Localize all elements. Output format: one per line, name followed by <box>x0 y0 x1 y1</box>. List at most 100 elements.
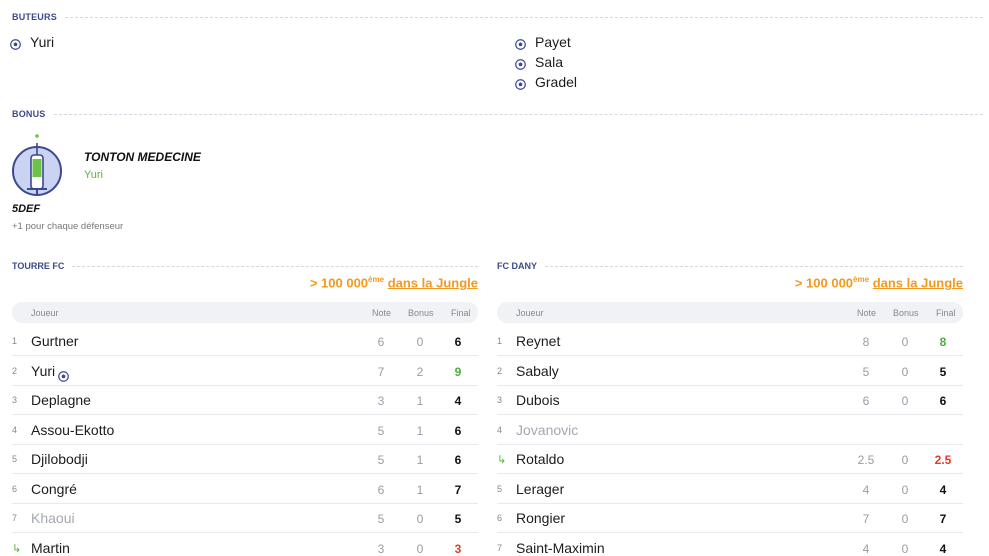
player-note: 6 <box>377 482 385 497</box>
player-bonus: 1 <box>416 394 424 408</box>
section-divider <box>545 265 963 267</box>
player-note: 6 <box>862 394 870 408</box>
column-header-player: Joueur <box>516 308 544 318</box>
player-name[interactable]: Khaoui <box>31 510 75 526</box>
player-row[interactable]: 1 Reynet 8 0 8 <box>497 327 963 356</box>
player-name[interactable]: Yuri <box>31 363 69 382</box>
player-row[interactable]: 3 Deplagne 3 1 4 <box>12 386 478 415</box>
player-row[interactable]: 2 Sabaly 5 0 5 <box>497 357 963 386</box>
player-note: 3 <box>377 394 385 408</box>
player-final: 6 <box>454 453 462 467</box>
team-rank: > 100 000ème dans la Jungle <box>310 275 478 290</box>
player-number: 2 <box>12 365 18 376</box>
section-divider <box>53 113 983 115</box>
player-row[interactable]: 6 Rongier 7 0 7 <box>497 504 963 533</box>
player-bonus: 0 <box>901 394 909 408</box>
column-header-final: Final <box>936 308 956 318</box>
rank-value: > 100 000 <box>794 275 854 291</box>
player-row[interactable]: 3 Dubois 6 0 6 <box>497 386 963 415</box>
player-note: 7 <box>862 512 870 526</box>
player-name[interactable]: Martin <box>31 540 70 556</box>
table-header: Joueur Note Bonus Final <box>12 302 478 323</box>
player-name[interactable]: Gurtner <box>31 333 78 349</box>
player-row[interactable]: 7 Khaoui 5 0 5 <box>12 504 478 533</box>
player-final: 5 <box>939 364 947 379</box>
player-name[interactable]: Rotaldo <box>516 451 564 467</box>
player-bonus: 0 <box>416 335 424 349</box>
column-header-bonus: Bonus <box>893 308 919 318</box>
jungle-link[interactable]: dans la Jungle <box>873 275 963 290</box>
player-name[interactable]: Dubois <box>516 392 560 408</box>
player-final: 6 <box>939 394 947 408</box>
player-bonus: 1 <box>416 453 424 467</box>
section-divider <box>64 16 983 18</box>
scorer-item: Yuri <box>10 32 54 52</box>
scorer-name[interactable]: Sala <box>535 54 563 70</box>
team-name[interactable]: TOURRE FC <box>12 261 64 271</box>
player-row[interactable]: 4 Jovanovic <box>497 416 963 445</box>
soccer-ball-icon <box>515 37 526 50</box>
player-row[interactable]: 5 Lerager 4 0 4 <box>497 475 963 504</box>
player-bonus: 2 <box>416 364 424 379</box>
player-number: 4 <box>12 424 18 435</box>
scorer-name[interactable]: Payet <box>535 34 571 50</box>
scorer-name[interactable]: Yuri <box>30 34 54 50</box>
player-bonus: 0 <box>901 335 909 349</box>
player-note: 5 <box>377 453 385 467</box>
player-name[interactable]: Rongier <box>516 510 565 526</box>
player-final: 3 <box>454 541 462 556</box>
player-final: 9 <box>454 364 462 379</box>
bonus-section-title: BONUS <box>12 109 983 119</box>
player-note: 3 <box>377 541 385 556</box>
player-number: 7 <box>497 542 503 553</box>
player-row[interactable]: ↳ Rotaldo 2.5 0 2.5 <box>497 445 963 474</box>
syringe-bonus-icon <box>11 133 65 204</box>
player-bonus: 0 <box>416 541 424 556</box>
player-final: 7 <box>939 512 947 526</box>
player-final: 7 <box>454 482 462 497</box>
player-row[interactable]: ↳ Martin 3 0 3 <box>12 534 478 556</box>
player-row[interactable]: 6 Congré 6 1 7 <box>12 475 478 504</box>
bonus-player: Yuri <box>84 169 103 181</box>
player-final: 6 <box>454 423 462 438</box>
player-number: 2 <box>497 365 503 376</box>
player-row[interactable]: 4 Assou-Ekotto 5 1 6 <box>12 416 478 445</box>
player-name[interactable]: Congré <box>31 481 77 497</box>
scorer-item: Gradel <box>515 72 577 92</box>
player-number: 4 <box>497 424 503 435</box>
player-number: 1 <box>497 336 503 346</box>
scorer-item: Sala <box>515 52 563 72</box>
player-name[interactable]: Reynet <box>516 333 560 349</box>
player-name[interactable]: Lerager <box>516 481 564 497</box>
column-header-bonus: Bonus <box>408 308 434 318</box>
player-name[interactable]: Assou-Ekotto <box>31 422 114 438</box>
player-note: 4 <box>862 541 870 556</box>
team-name-header: FC DANY <box>497 261 963 271</box>
player-bonus: 0 <box>901 364 909 379</box>
scorer-name[interactable]: Gradel <box>535 74 577 90</box>
player-name[interactable]: Sabaly <box>516 363 559 379</box>
player-name[interactable]: Djilobodji <box>31 451 88 467</box>
player-name[interactable]: Saint-Maximin <box>516 540 605 556</box>
player-name[interactable]: Deplagne <box>31 392 91 408</box>
player-final: 8 <box>939 335 947 349</box>
jungle-link[interactable]: dans la Jungle <box>388 275 478 290</box>
player-row[interactable]: 1 Gurtner 6 0 6 <box>12 327 478 356</box>
soccer-ball-icon <box>10 37 21 50</box>
team-rank: > 100 000ème dans la Jungle <box>795 275 963 290</box>
player-row[interactable]: 7 Saint-Maximin 4 0 4 <box>497 534 963 556</box>
soccer-ball-icon <box>515 57 526 70</box>
player-final: 5 <box>454 512 462 526</box>
scorers-title-text: BUTEURS <box>12 12 57 22</box>
player-row[interactable]: 2 Yuri 7 2 9 <box>12 357 478 386</box>
player-note: 8 <box>862 335 870 349</box>
team-name[interactable]: FC DANY <box>497 261 537 271</box>
player-final: 2.5 <box>934 453 952 467</box>
rank-suffix: ème <box>853 275 870 284</box>
column-header-player: Joueur <box>31 308 59 318</box>
column-header-note: Note <box>857 308 877 318</box>
player-row[interactable]: 5 Djilobodji 5 1 6 <box>12 445 478 474</box>
player-number: 1 <box>12 336 18 346</box>
player-bonus: 1 <box>416 482 424 497</box>
player-name[interactable]: Jovanovic <box>516 422 578 438</box>
